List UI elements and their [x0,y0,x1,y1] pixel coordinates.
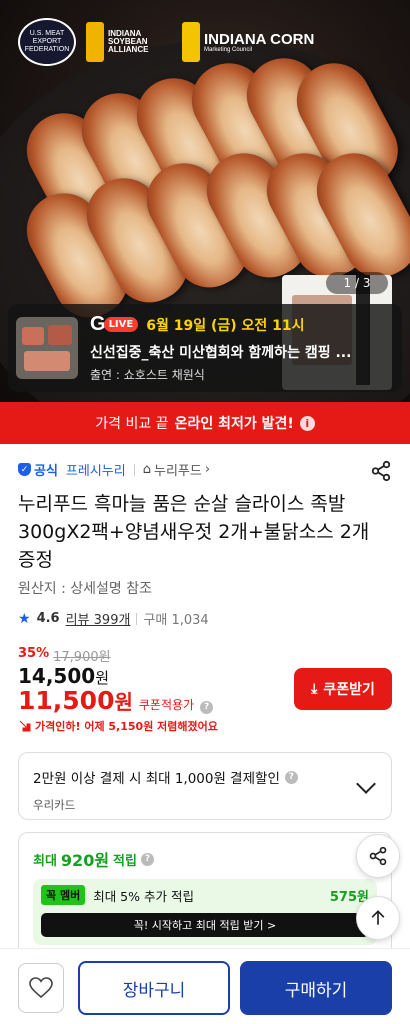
purchase-count: 구매 1,034 [143,613,209,628]
corn-mark-icon [182,22,200,62]
help-icon[interactable]: ? [284,770,298,784]
partner-logos: U.S. MEAT EXPORT FEDERATION INDIANA SOYB… [18,18,314,66]
live-title: 신선집중_축산 미산협회와 함께하는 캠핑 ... [90,345,352,361]
image-counter: 1 / 3 [326,272,388,294]
help-icon[interactable]: ? [200,700,214,714]
member-signup-button[interactable]: 꼭! 시작하고 최대 적립 받기 > [41,913,369,937]
soybean-logo: INDIANA SOYBEAN ALLIANCE [86,22,172,62]
share-icon[interactable] [370,460,392,482]
sale-price-unit: 원 [95,669,109,687]
chevron-right-icon: › [204,462,211,477]
thumb-meat-image [22,327,44,345]
heart-icon [29,977,53,999]
store-link[interactable]: ⌂ 누리푸드 › [143,460,210,479]
original-price: 17,900원 [53,650,111,665]
live-broadcast-banner[interactable]: G LIVE 6월 19일 (금) 오전 11시 신선집중_축산 미산협회와 함… [8,304,402,392]
corn-logo-title: INDIANA CORN [204,30,315,48]
g-live-logo: G LIVE [90,313,139,336]
info-icon[interactable]: i [299,415,315,431]
rating-score: 4.6 [36,611,60,626]
product-origin: 원산지 : 상세설명 참조 [18,581,152,597]
coupon-price-unit: 원 [114,690,133,714]
buy-now-button[interactable]: 구매하기 [240,961,392,1015]
coupon-price: 11,500원 쿠폰적용가 ? [18,686,214,715]
wishlist-button[interactable] [18,963,64,1013]
corn-logo: INDIANA CORN Marketing Council [182,22,314,62]
discount-row: 35% 17,900원 [18,646,111,665]
member-badge: 꼭 멤버 [41,885,86,905]
add-to-cart-button[interactable]: 장바구니 [78,961,230,1015]
lowest-price-banner[interactable]: 가격 비교 끝 온라인 최저가 발견! i [0,402,410,444]
coupon-price-amount: 11,500 [18,686,115,715]
star-icon: ★ [18,610,31,627]
rating-row: ★ 4.6 리뷰 399개 구매 1,034 [18,609,209,629]
live-info: G LIVE 6월 19일 (금) 오전 11시 신선집중_축산 미산협회와 함… [90,313,394,383]
discount-rate: 35% [18,646,50,661]
usmef-logo: U.S. MEAT EXPORT FEDERATION [18,18,76,66]
card-discount-panel[interactable]: 2만원 이상 결제 시 최대 1,000원 결제할인 ? 우리카드 [18,752,392,820]
live-badge: LIVE [103,317,139,332]
member-text: 최대 5% 추가 적립 [93,888,194,904]
price-drop-notice: 가격인하! 어제 5,150원 저렴해졌어요 [18,718,218,734]
bottom-action-bar: 장바구니 구매하기 [0,948,410,1024]
points-prefix: 최대 [33,853,57,869]
download-icon: ⤓ [311,681,318,697]
scroll-top-button[interactable] [356,896,400,940]
live-host: 출연 : 쇼호스트 채원식 [90,368,205,382]
breadcrumb: ✓ 공식 프레시누리 ⌂ 누리푸드 › [18,460,210,479]
shield-check-icon: ✓ [18,463,31,476]
help-icon[interactable]: ? [140,852,154,866]
points-panel: 최대 920원 적립 ? 꼭 멤버 최대 5% 추가 적립 575원 꼭! 시작… [18,832,392,962]
sale-price: 14,500원 [18,664,109,688]
floating-share-button[interactable] [356,834,400,878]
live-thumbnail [16,317,78,379]
divider [136,612,138,625]
points-amount: 920원 [60,851,110,870]
official-badge: ✓ 공식 [18,460,58,479]
divider [133,463,135,476]
promo-prefix: 가격 비교 끝 [95,416,169,432]
store-label: 누리푸드 [154,464,202,479]
points-suffix: 적립 [113,853,137,869]
soybean-mark-icon [86,22,104,62]
thumb-meat-image [48,325,72,345]
live-date: 6월 19일 (금) 오전 11시 [146,317,305,334]
get-coupon-label: 쿠폰받기 [323,682,375,698]
home-icon: ⌂ [142,462,151,477]
share-icon [369,846,387,866]
arrow-down-icon [19,720,31,732]
promo-highlight: 온라인 최저가 발견! [174,416,294,432]
sale-price-amount: 14,500 [18,664,96,688]
thumb-meat-image [24,351,70,371]
member-benefit-box: 꼭 멤버 최대 5% 추가 적립 575원 꼭! 시작하고 최대 적립 받기 > [33,879,377,945]
product-title: 누리푸드 흑마늘 품은 순살 슬라이스 족발 300gX2팩+양념새우젓 2개+… [18,493,370,571]
get-coupon-button[interactable]: ⤓ 쿠폰받기 [294,668,392,710]
card-discount-text: 2만원 이상 결제 시 최대 1,000원 결제할인 [33,771,280,787]
review-link[interactable]: 리뷰 399개 [66,609,131,628]
coupon-price-label: 쿠폰적용가 [138,698,195,712]
arrow-up-icon [371,910,385,925]
soybean-logo-text: INDIANA SOYBEAN ALLIANCE [108,29,149,54]
price-drop-text: 가격인하! 어제 5,150원 저렴해졌어요 [35,720,218,733]
seller-link[interactable]: 프레시누리 [66,460,126,479]
official-label: 공식 [34,464,58,479]
card-name: 우리카드 [33,798,76,812]
